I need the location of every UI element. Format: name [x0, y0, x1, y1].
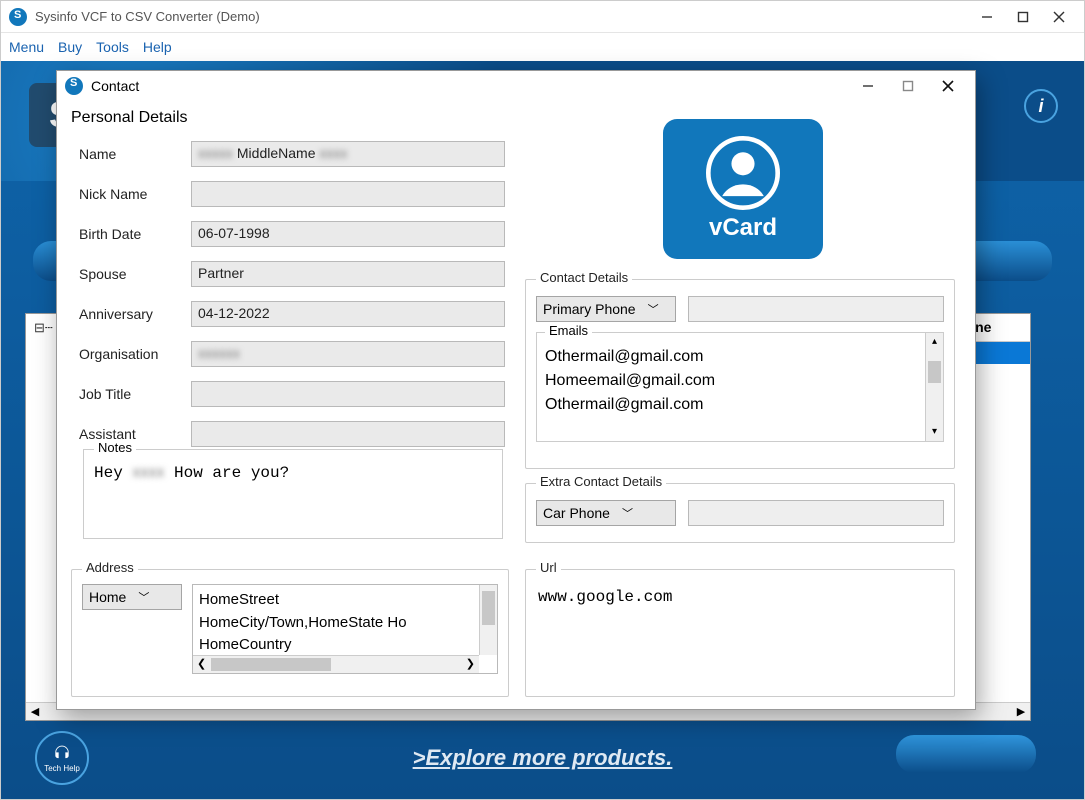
nickname-label: Nick Name — [79, 186, 191, 202]
jobtitle-label: Job Title — [79, 386, 191, 402]
emails-scrollbar[interactable]: ▴ ▾ — [925, 333, 943, 441]
address-line: HomeStreet — [199, 589, 491, 612]
organisation-label: Organisation — [79, 346, 191, 362]
assistant-input[interactable] — [191, 421, 505, 447]
contact-details-group: Contact Details Primary Phone ﹀ Emails O… — [525, 279, 955, 469]
tech-help-button[interactable]: Tech Help — [35, 731, 89, 785]
extra-contact-group: Extra Contact Details Car Phone ﹀ — [525, 483, 955, 543]
spouse-input[interactable]: Partner — [191, 261, 505, 287]
email-item[interactable]: Homeemail@gmail.com — [545, 369, 935, 393]
address-hscroll[interactable]: ❮ ❯ — [193, 655, 479, 673]
contact-dialog: Contact Personal Details Namexxxxx Middl… — [56, 70, 976, 710]
url-legend: Url — [536, 560, 561, 575]
personal-details-legend: Personal Details — [71, 109, 509, 127]
spouse-label: Spouse — [79, 266, 191, 282]
address-text[interactable]: HomeStreet HomeCity/Town,HomeState Ho Ho… — [192, 584, 498, 674]
scroll-up-icon[interactable]: ▴ — [926, 333, 943, 351]
tech-help-label: Tech Help — [44, 764, 80, 773]
tree-expand-icon[interactable]: ⊟┄ — [34, 320, 53, 336]
app-icon — [9, 8, 27, 26]
person-icon — [706, 136, 780, 210]
dialog-maximize-button[interactable] — [899, 77, 917, 95]
primary-phone-input[interactable] — [688, 296, 944, 322]
address-legend: Address — [82, 560, 138, 575]
birthdate-input[interactable]: 06-07-1998 — [191, 221, 505, 247]
organisation-input[interactable]: xxxxxx — [191, 341, 505, 367]
dialog-close-button[interactable] — [939, 77, 957, 95]
menu-menu[interactable]: Menu — [9, 39, 44, 55]
url-group: Url www.google.com — [525, 569, 955, 697]
menu-buy[interactable]: Buy — [58, 39, 82, 55]
personal-details-group: Personal Details Namexxxxx MiddleName Mi… — [71, 109, 509, 545]
notes-legend: Notes — [94, 440, 136, 455]
dialog-icon — [65, 77, 83, 95]
scroll-left-icon[interactable]: ❮ — [197, 656, 206, 673]
address-line: HomeCity/Town,HomeState Ho — [199, 612, 491, 635]
primary-phone-select-value: Primary Phone — [543, 301, 636, 317]
scroll-thumb[interactable] — [928, 361, 941, 383]
address-type-value: Home — [89, 589, 126, 605]
emails-list[interactable]: Othermail@gmail.com Homeemail@gmail.com … — [537, 333, 943, 429]
car-phone-select[interactable]: Car Phone ﹀ — [536, 500, 676, 526]
info-button[interactable]: i — [1024, 89, 1058, 123]
chevron-down-icon: ﹀ — [138, 589, 149, 605]
email-item[interactable]: Othermail@gmail.com — [545, 345, 935, 369]
chevron-down-icon: ﹀ — [622, 505, 633, 521]
scroll-down-icon[interactable]: ▾ — [926, 423, 943, 441]
chevron-down-icon: ﹀ — [648, 301, 659, 317]
notes-group: Notes Hey xxxx How are you? — [83, 449, 503, 539]
address-group: Address Home ﹀ HomeStreet HomeCity/Town,… — [71, 569, 509, 697]
main-titlebar: Sysinfo VCF to CSV Converter (Demo) — [1, 1, 1084, 33]
footer: Tech Help >Explore more products. — [1, 721, 1084, 799]
scroll-thumb[interactable] — [482, 591, 495, 625]
close-button[interactable] — [1050, 8, 1068, 26]
minimize-button[interactable] — [978, 8, 996, 26]
dialog-minimize-button[interactable] — [859, 77, 877, 95]
contact-details-legend: Contact Details — [536, 270, 632, 285]
next-button[interactable] — [896, 735, 1036, 773]
car-phone-input[interactable] — [688, 500, 944, 526]
emails-legend: Emails — [545, 323, 592, 338]
vcard-logo: vCard — [663, 119, 823, 259]
jobtitle-input[interactable] — [191, 381, 505, 407]
scroll-left-icon[interactable]: ◀ — [26, 705, 44, 718]
scroll-thumb[interactable] — [211, 658, 331, 671]
menu-tools[interactable]: Tools — [96, 39, 129, 55]
anniversary-input[interactable]: 04-12-2022 — [191, 301, 505, 327]
nickname-input[interactable] — [191, 181, 505, 207]
address-vscroll[interactable] — [479, 585, 497, 655]
notes-text[interactable]: Hey xxxx How are you? — [84, 450, 502, 496]
primary-phone-select[interactable]: Primary Phone ﹀ — [536, 296, 676, 322]
anniversary-label: Anniversary — [79, 306, 191, 322]
app-title: Sysinfo VCF to CSV Converter (Demo) — [35, 9, 978, 24]
scroll-right-icon[interactable]: ▶ — [1012, 705, 1030, 718]
menu-help[interactable]: Help — [143, 39, 172, 55]
vcard-label: vCard — [709, 214, 777, 242]
scroll-right-icon[interactable]: ❯ — [466, 656, 475, 673]
url-text[interactable]: www.google.com — [526, 570, 954, 624]
address-line: HomeCountry — [199, 634, 491, 657]
dialog-titlebar: Contact — [57, 71, 975, 101]
email-item[interactable]: Othermail@gmail.com — [545, 393, 935, 417]
dialog-title: Contact — [91, 78, 859, 94]
birthdate-label: Birth Date — [79, 226, 191, 242]
name-label: Name — [79, 146, 191, 162]
car-phone-select-value: Car Phone — [543, 505, 610, 521]
name-input[interactable]: xxxxx MiddleName MiddleName xxxx — [191, 141, 505, 167]
window-controls — [978, 8, 1076, 26]
menu-bar: Menu Buy Tools Help — [1, 33, 1084, 61]
explore-link[interactable]: >Explore more products. — [413, 745, 673, 771]
extra-contact-legend: Extra Contact Details — [536, 474, 666, 489]
address-type-select[interactable]: Home ﹀ — [82, 584, 182, 610]
emails-group: Emails Othermail@gmail.com Homeemail@gma… — [536, 332, 944, 442]
maximize-button[interactable] — [1014, 8, 1032, 26]
